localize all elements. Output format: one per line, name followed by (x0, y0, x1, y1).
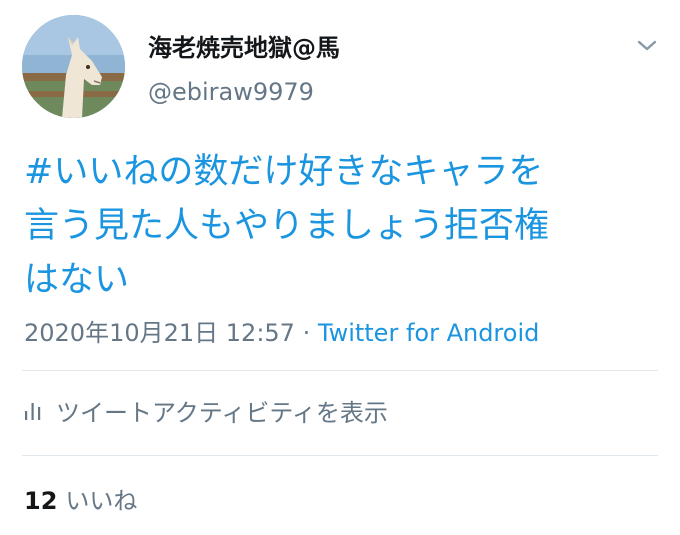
meta-separator: · (302, 319, 311, 347)
tweet-timestamp[interactable]: 2020年10月21日 12:57 (24, 319, 295, 347)
likes-label: いいね (65, 487, 138, 515)
chevron-down-icon[interactable] (632, 36, 662, 56)
likes-count-link[interactable]: 12 いいね (24, 481, 137, 516)
divider (22, 370, 658, 371)
tweet-text-line: はない (24, 260, 130, 300)
tweet-text[interactable]: #いいねの数だけ好きなキャラを 言う見た人もやりましょう拒否権 はない (24, 145, 660, 307)
horse-avatar-icon (22, 15, 125, 118)
tweet-text-line: 言う見た人もやりましょう拒否権 (24, 206, 550, 246)
display-name[interactable]: 海老焼売地獄@馬 (148, 28, 340, 63)
avatar[interactable] (22, 15, 125, 118)
tweet-client-link[interactable]: Twitter for Android (318, 319, 539, 347)
tweet-text-line: #いいねの数だけ好きなキャラを (24, 152, 544, 192)
divider (22, 455, 658, 456)
tweet-activity-button[interactable]: ツイートアクティビティを表示 (24, 393, 388, 428)
likes-count: 12 (24, 487, 58, 515)
tweet-metadata: 2020年10月21日 12:57 · Twitter for Android (24, 313, 539, 348)
user-handle[interactable]: @ebiraw9979 (148, 78, 314, 106)
bar-chart-icon (25, 402, 41, 420)
tweet-activity-label: ツイートアクティビティを表示 (56, 399, 388, 427)
